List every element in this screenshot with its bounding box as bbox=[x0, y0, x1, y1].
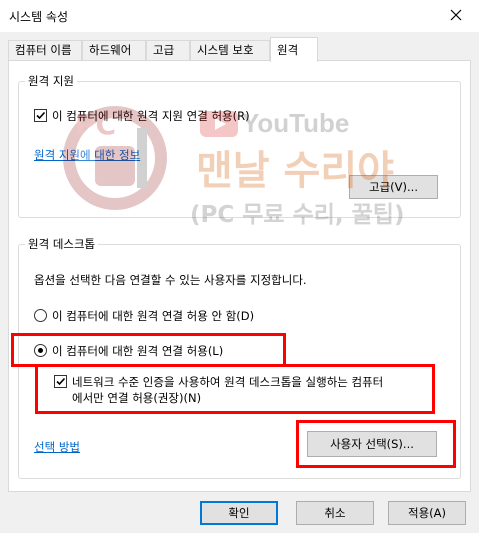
tab-hardware[interactable]: 하드웨어 bbox=[82, 40, 146, 61]
checkbox-box[interactable] bbox=[34, 109, 47, 122]
remote-desktop-instruction: 옵션을 선택한 다음 연결할 수 있는 사용자를 지정합니다. bbox=[34, 273, 307, 287]
nla-label: 네트워크 수준 인증을 사용하여 원격 데스크톱을 실행하는 컴퓨터 에서만 연… bbox=[72, 374, 383, 406]
tab-label: 하드웨어 bbox=[89, 43, 132, 57]
tab-system-protection[interactable]: 시스템 보호 bbox=[190, 40, 270, 61]
checkbox-box[interactable] bbox=[54, 375, 67, 388]
select-users-button[interactable]: 사용자 선택(S)... bbox=[307, 431, 437, 457]
ok-button[interactable]: 확인 bbox=[200, 501, 278, 525]
tab-label: 원격 bbox=[277, 43, 299, 57]
close-button[interactable] bbox=[433, 0, 479, 30]
select-users-button-label: 사용자 선택(S)... bbox=[330, 437, 414, 451]
title-bar: 시스템 속성 bbox=[0, 0, 479, 32]
checkmark-icon bbox=[56, 377, 66, 386]
close-icon bbox=[450, 9, 462, 21]
tab-label: 컴퓨터 이름 bbox=[15, 43, 72, 57]
remote-desktop-group-label: 원격 데스크톱 bbox=[28, 237, 96, 251]
radio-button[interactable] bbox=[34, 309, 47, 322]
cancel-button-label: 취소 bbox=[324, 506, 346, 520]
nla-label-line2: 에서만 연결 허용(권장)(N) bbox=[72, 391, 202, 405]
advanced-button-label: 고급(V)... bbox=[369, 180, 418, 194]
advanced-button[interactable]: 고급(V)... bbox=[349, 175, 438, 199]
remote-assistance-info-link[interactable]: 원격 지원에 대한 정보 bbox=[34, 147, 140, 163]
apply-button[interactable]: 적용(A) bbox=[388, 501, 466, 525]
window-title: 시스템 속성 bbox=[9, 10, 69, 24]
apply-button-label: 적용(A) bbox=[408, 506, 446, 520]
tab-label: 시스템 보호 bbox=[197, 43, 254, 57]
option-deny-label: 이 컴퓨터에 대한 원격 연결 허용 안 함(D) bbox=[52, 309, 255, 323]
tab-label: 고급 bbox=[153, 43, 175, 57]
allow-remote-assistance-checkbox[interactable]: 이 컴퓨터에 대한 원격 지원 연결 허용(R) bbox=[34, 108, 250, 124]
ok-button-label: 확인 bbox=[228, 506, 250, 520]
tab-panel-remote: 원격 지원 이 컴퓨터에 대한 원격 지원 연결 허용(R) 원격 지원에 대한… bbox=[8, 60, 471, 492]
allow-remote-assistance-label: 이 컴퓨터에 대한 원격 지원 연결 허용(R) bbox=[52, 109, 250, 123]
tab-remote[interactable]: 원격 bbox=[270, 37, 318, 62]
remote-assistance-group-label: 원격 지원 bbox=[28, 74, 74, 88]
how-to-choose-link[interactable]: 선택 방법 bbox=[34, 439, 80, 455]
nla-label-line1: 네트워크 수준 인증을 사용하여 원격 데스크톱을 실행하는 컴퓨터 bbox=[72, 375, 384, 389]
option-allow-label: 이 컴퓨터에 대한 원격 연결 허용(L) bbox=[52, 344, 224, 358]
option-deny-remote-connections[interactable]: 이 컴퓨터에 대한 원격 연결 허용 안 함(D) bbox=[34, 308, 254, 324]
radio-button[interactable] bbox=[34, 344, 47, 357]
cancel-button[interactable]: 취소 bbox=[296, 501, 374, 525]
option-allow-remote-connections[interactable]: 이 컴퓨터에 대한 원격 연결 허용(L) bbox=[34, 343, 223, 359]
tab-computer-name[interactable]: 컴퓨터 이름 bbox=[8, 40, 82, 61]
checkmark-icon bbox=[36, 111, 46, 120]
nla-checkbox[interactable]: 네트워크 수준 인증을 사용하여 원격 데스크톱을 실행하는 컴퓨터 에서만 연… bbox=[54, 374, 383, 406]
tab-advanced[interactable]: 고급 bbox=[146, 40, 190, 61]
